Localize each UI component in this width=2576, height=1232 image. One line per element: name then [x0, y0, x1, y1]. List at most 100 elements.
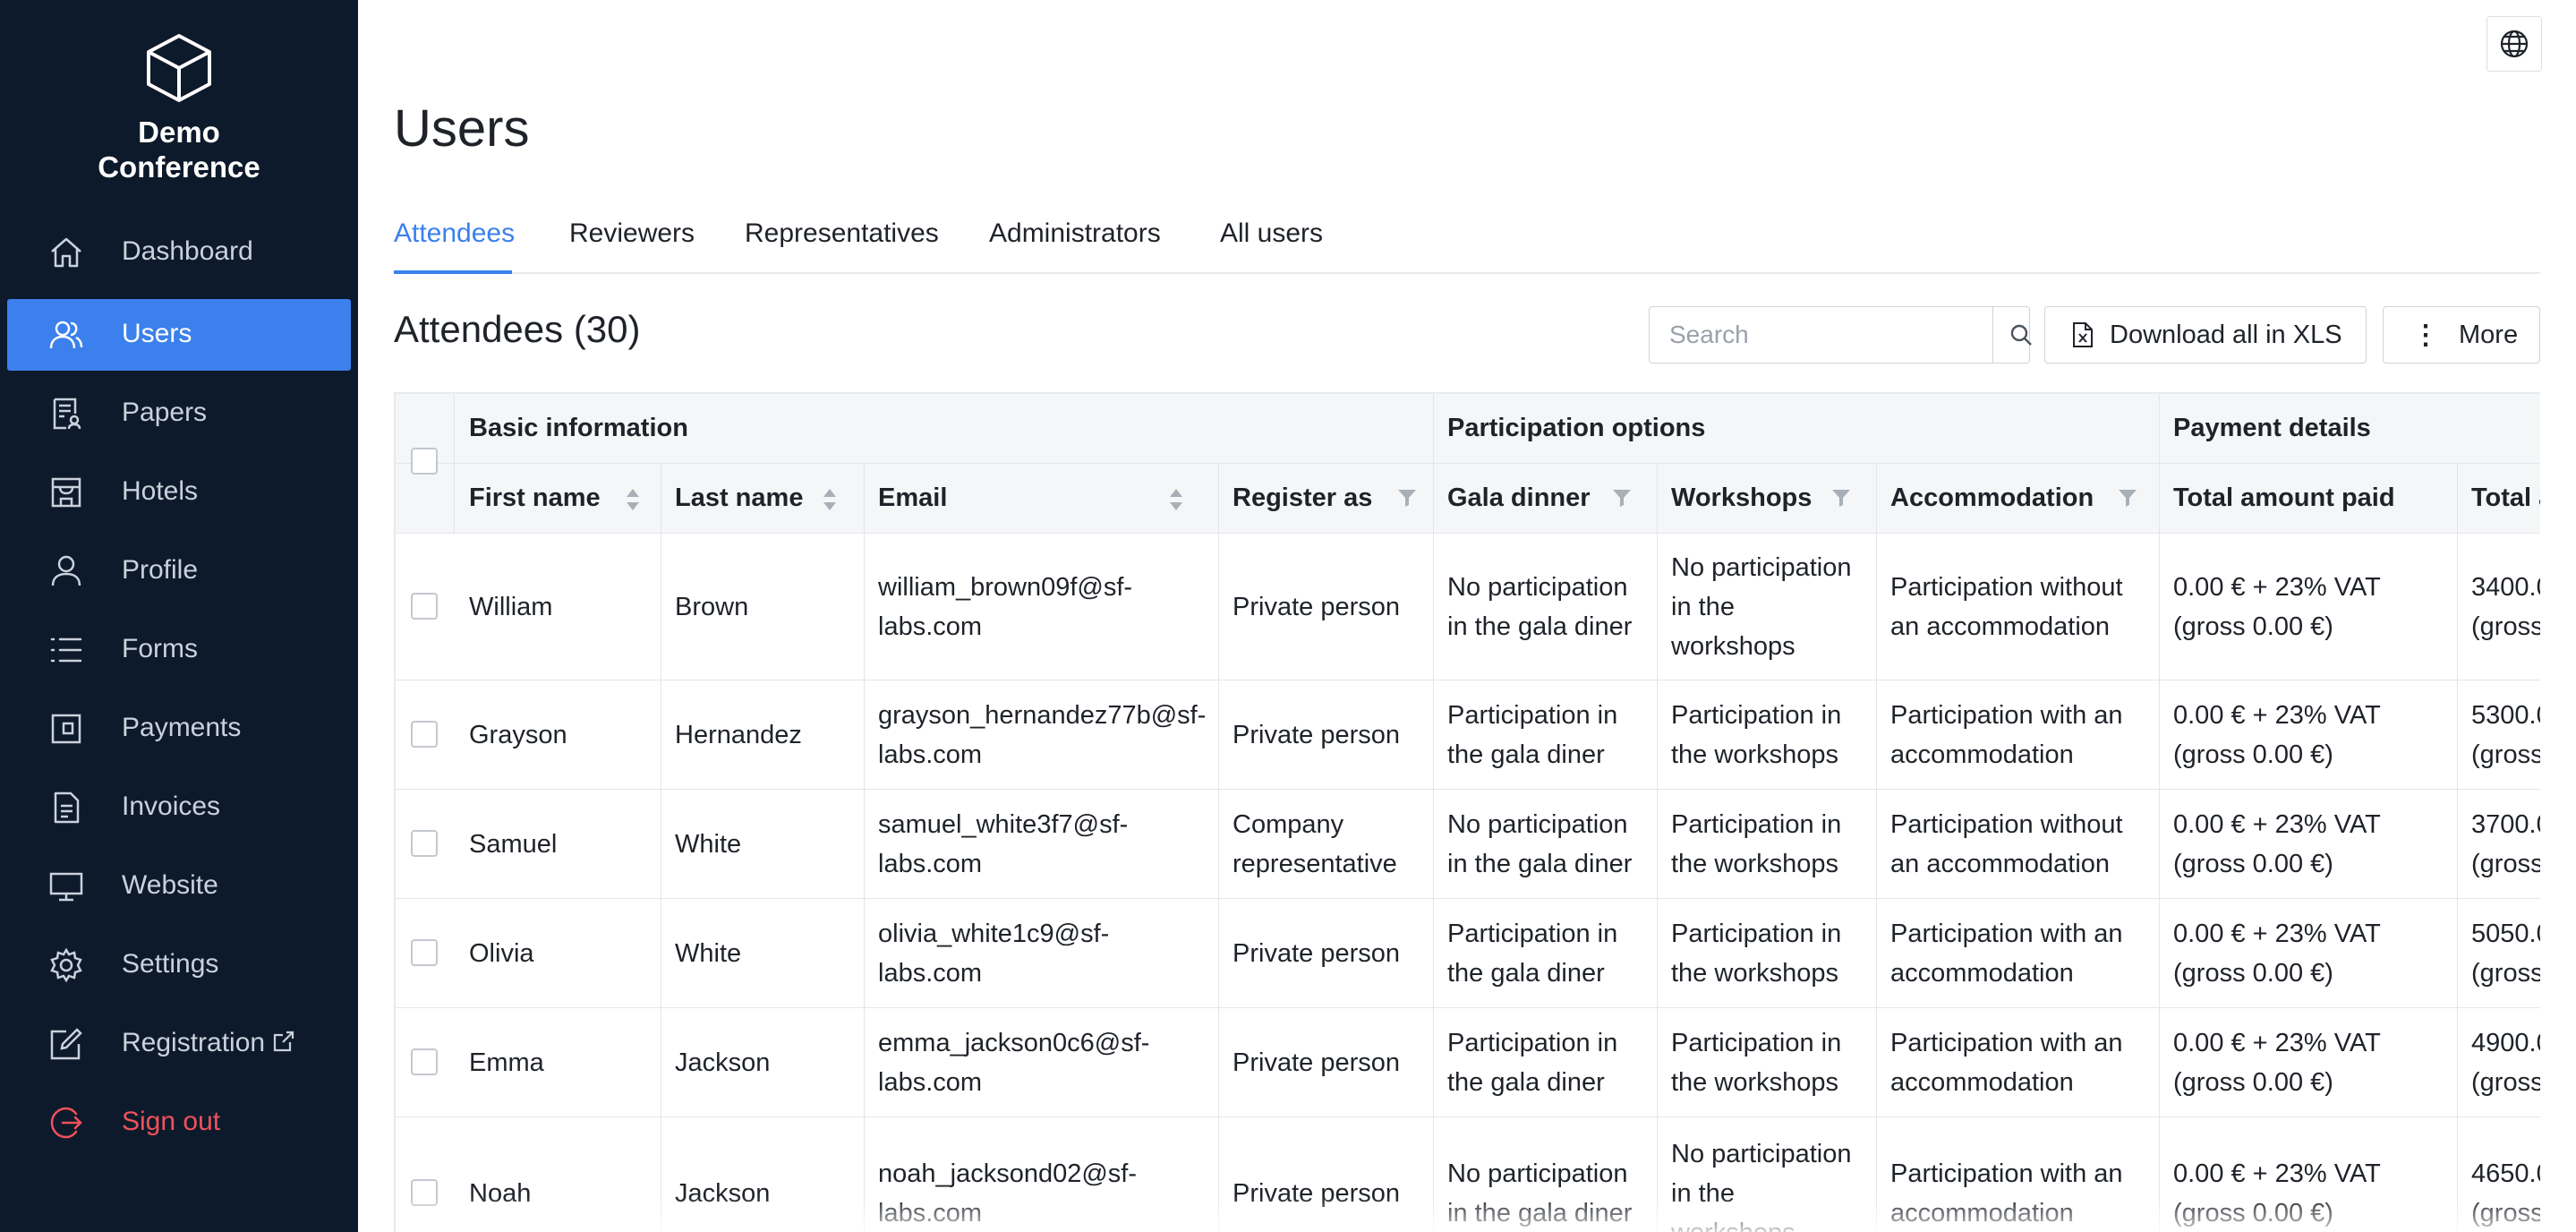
cell-ws: No participation in the workshops	[1657, 548, 1852, 666]
column-header-email[interactable]: Email	[864, 464, 1182, 534]
sidebar-item-forms[interactable]: Forms	[7, 614, 351, 686]
home-icon	[51, 237, 81, 268]
cell-text: the gala diner	[1447, 1068, 1605, 1097]
scroll-fade	[396, 1196, 2540, 1232]
cell-text: Private person	[1233, 939, 1400, 968]
cell-text: Participation in	[1671, 810, 1842, 839]
cell-email: emma_jackson0c6@sf-labs.com	[864, 1023, 1149, 1102]
cell-text: 0.00 € + 23% VAT	[2173, 920, 2381, 948]
column-header-accommodation[interactable]: Accommodation	[1876, 464, 2137, 534]
cell-register: Private person	[1218, 715, 1400, 755]
cell-text: an accommodation	[1890, 850, 2111, 878]
tab-attendees[interactable]: Attendees	[394, 218, 515, 249]
column-label: Register as	[1233, 483, 1373, 512]
cell-text: Participation in	[1447, 920, 1618, 948]
cell-text: william_brown09f@sf-	[878, 573, 1133, 602]
cell-acc: Participation without an accommodation	[1876, 805, 2123, 884]
row-checkbox[interactable]	[411, 830, 438, 857]
cell-acc: Participation with an accommodation	[1876, 914, 2123, 993]
user-tabs: Attendees Reviewers Representatives Admi…	[394, 215, 2540, 274]
download-xls-button[interactable]: Download all in XLS	[2044, 306, 2367, 364]
cell-text: No participation	[1447, 810, 1628, 839]
search-icon	[2010, 324, 2032, 346]
row-checkbox[interactable]	[411, 1048, 438, 1075]
sidebar-item-profile[interactable]: Profile	[7, 535, 351, 607]
sidebar-item-sign-out[interactable]: Sign out	[7, 1087, 351, 1159]
table-row[interactable]: Olivia White olivia_white1c9@sf-labs.com Pr…	[396, 899, 2540, 1008]
sidebar-item-invoices[interactable]: Invoices	[7, 772, 351, 843]
row-checkbox[interactable]	[411, 721, 438, 748]
search-button[interactable]	[1992, 307, 2048, 363]
tab-administrators[interactable]: Administrators	[989, 218, 1161, 249]
sidebar-item-hotels[interactable]: Hotels	[7, 457, 351, 528]
cell-text: the workshops	[1671, 740, 1838, 769]
sidebar-item-settings[interactable]: Settings	[7, 929, 351, 1001]
cell-text: Participation in	[1671, 701, 1842, 730]
cell-total: 3400.0 (gross	[2457, 568, 2540, 646]
cell-text: in the gala diner	[1447, 850, 1633, 878]
row-checkbox[interactable]	[411, 939, 438, 966]
cell-text: Participation with an	[1890, 1159, 2123, 1188]
cell-paid: 0.00 € + 23% VAT (gross 0.00 €)	[2159, 914, 2381, 993]
cell-text: (gross	[2471, 612, 2540, 641]
search-input[interactable]	[1650, 307, 1992, 363]
cell-text: the workshops	[1671, 850, 1838, 878]
sidebar-item-label: Sign out	[122, 1107, 221, 1136]
table-row[interactable]: William Brown william_brown09f@sf-labs.com…	[396, 534, 2540, 680]
edit-icon	[50, 1028, 82, 1060]
cell-ws: Participation in the workshops	[1657, 1023, 1841, 1102]
cell-text: (gross 0.00 €)	[2173, 740, 2333, 769]
table-group-header: Basic information Participation options …	[396, 394, 2540, 464]
sidebar-item-registration[interactable]: Registration	[7, 1008, 351, 1080]
column-divider	[1876, 464, 1877, 1232]
language-button[interactable]	[2486, 16, 2542, 72]
column-header-total-amount[interactable]: Total a	[2457, 464, 2540, 534]
more-button[interactable]: ⋮ More	[2383, 306, 2540, 364]
column-header-last-name[interactable]: Last name	[661, 464, 836, 534]
sidebar-item-website[interactable]: Website	[7, 851, 351, 922]
tab-representatives[interactable]: Representatives	[745, 218, 939, 249]
column-header-register-as[interactable]: Register as	[1218, 464, 1416, 534]
sidebar-item-dashboard[interactable]: Dashboard	[7, 217, 351, 288]
row-checkbox[interactable]	[411, 593, 438, 620]
cell-first: Emma	[455, 1043, 544, 1082]
sidebar-item-users[interactable]: Users	[7, 299, 351, 371]
cell-ws: Participation in the workshops	[1657, 696, 1841, 774]
app-logo[interactable]: Demo Conference	[0, 32, 358, 184]
column-label: Last name	[675, 483, 804, 512]
column-header-workshops[interactable]: Workshops	[1657, 464, 1850, 534]
excel-file-icon	[2073, 322, 2093, 347]
cell-text: accommodation	[1890, 1068, 2074, 1097]
group-participation-options: Participation options	[1447, 414, 1706, 442]
cell-last: Jackson	[661, 1043, 770, 1082]
cell-text: labs.com	[878, 850, 983, 878]
sidebar-item-label: Payments	[122, 713, 242, 742]
table-row[interactable]: Emma Jackson emma_jackson0c6@sf-labs.com Pr…	[396, 1008, 2540, 1117]
column-header-gala-dinner[interactable]: Gala dinner	[1433, 464, 1631, 534]
cell-text: Participation in	[1671, 1029, 1842, 1057]
sidebar-item-papers[interactable]: Papers	[7, 378, 351, 449]
cell-text: Brown	[675, 593, 749, 621]
column-header-first-name[interactable]: First name	[455, 464, 639, 534]
cell-text: 0.00 € + 23% VAT	[2173, 1159, 2381, 1188]
tab-reviewers[interactable]: Reviewers	[569, 218, 695, 249]
cell-text: labs.com	[878, 612, 983, 641]
table-row[interactable]: Samuel White samuel_white3f7@sf-labs.com Co…	[396, 790, 2540, 899]
sidebar-item-label: Profile	[122, 555, 199, 585]
cell-register: Private person	[1218, 1043, 1400, 1082]
cell-text: olivia_white1c9@sf-	[878, 920, 1110, 948]
select-all-checkbox[interactable]	[411, 448, 438, 475]
sidebar-item-payments[interactable]: Payments	[7, 693, 351, 765]
column-divider	[1218, 464, 1219, 1232]
column-header-total-amount-paid[interactable]: Total amount paid	[2159, 464, 2395, 534]
cell-text: samuel_white3f7@sf-	[878, 810, 1129, 839]
cell-text: Participation without	[1890, 810, 2123, 839]
table-row[interactable]: Grayson Hernandez grayson_hernandez77b@sf-…	[396, 680, 2540, 790]
cell-text: 4900.0	[2471, 1029, 2540, 1057]
cell-text: No participation	[1671, 553, 1852, 582]
sidebar-item-label: Dashboard	[122, 236, 253, 266]
tab-all-users[interactable]: All users	[1220, 218, 1323, 249]
cell-last: Hernandez	[661, 715, 802, 755]
cell-text: William	[469, 593, 553, 621]
users-icon	[49, 321, 83, 349]
